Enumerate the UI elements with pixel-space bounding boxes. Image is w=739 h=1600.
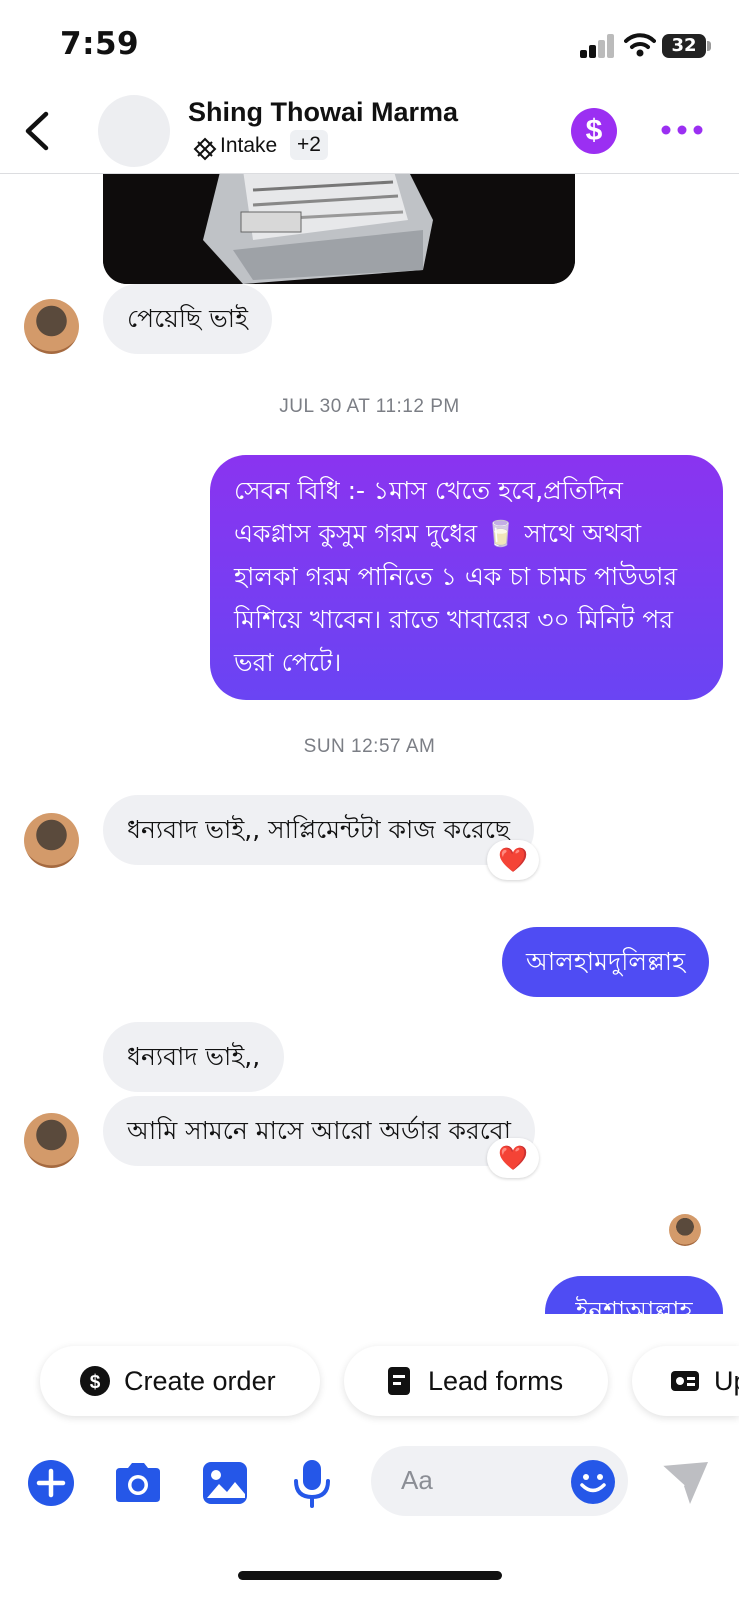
- label-tag-icon: [193, 137, 217, 161]
- home-indicator: [238, 1571, 502, 1580]
- status-time: 7:59: [60, 26, 140, 62]
- heart-reaction-icon[interactable]: ❤️: [487, 1138, 539, 1178]
- battery-tip: [707, 41, 711, 51]
- gallery-image-icon[interactable]: [200, 1458, 250, 1508]
- contact-name[interactable]: Shing Thowai Marma: [188, 97, 458, 128]
- incoming-message[interactable]: আমি সামনে মাসে আরো অর্ডার করবো: [103, 1096, 535, 1166]
- message-line: হালকা গরম পানিতে ১ এক চা চামচ পাউডার: [234, 562, 678, 591]
- microphone-icon[interactable]: [287, 1458, 337, 1508]
- cellular-signal-icon: [580, 34, 616, 58]
- create-order-chip[interactable]: $ Create order: [40, 1346, 320, 1416]
- incoming-message[interactable]: ধন্যবাদ ভাই,,: [103, 1022, 285, 1092]
- chip-label: Lead forms: [428, 1365, 564, 1396]
- battery-icon: 32: [662, 34, 706, 58]
- message-line: সেবন বিধি :- ১মাস খেতে হবে,প্রতিদিন: [234, 476, 623, 505]
- plus-icon[interactable]: [26, 1458, 76, 1508]
- dollar-circle-icon: $: [80, 1366, 110, 1396]
- message-line: ভরা পেটে।: [234, 648, 342, 677]
- lead-forms-chip[interactable]: Lead forms: [344, 1346, 608, 1416]
- message-timestamp: SUN 12:57 AM: [303, 736, 436, 757]
- contact-avatar-small[interactable]: [24, 1113, 79, 1168]
- more-options-icon[interactable]: [660, 118, 704, 142]
- message-line: মিশিয়ে খাবেন। রাতে খাবারের ৩০ মিনিট পর: [234, 605, 674, 634]
- camera-icon[interactable]: [113, 1458, 163, 1508]
- message-timestamp: JUL 30 AT 11:12 PM: [279, 396, 460, 417]
- label-intake[interactable]: Intake: [220, 134, 277, 158]
- dollar-circle-icon[interactable]: $: [571, 108, 617, 154]
- wifi-icon: [624, 33, 656, 57]
- form-document-icon: [388, 1367, 410, 1395]
- contact-avatar-small[interactable]: [24, 813, 79, 868]
- message-line: একগ্লাস কুসুম গরম দুধের 🥛 সাথে অথবা: [234, 519, 642, 548]
- contact-card-icon: [671, 1371, 699, 1391]
- message-list[interactable]: পেয়েছি ভাই JUL 30 AT 11:12 PM সেবন বিধি…: [0, 174, 739, 1314]
- shared-photo[interactable]: [103, 174, 575, 284]
- contact-avatar-small[interactable]: [24, 299, 79, 354]
- back-arrow-icon[interactable]: [18, 108, 58, 154]
- product-photo-image: [103, 174, 575, 284]
- outgoing-message[interactable]: ইনশাআল্লাহ: [545, 1276, 723, 1314]
- emoji-icon[interactable]: [569, 1458, 617, 1506]
- heart-reaction-icon[interactable]: ❤️: [487, 840, 539, 880]
- incoming-message[interactable]: ধন্যবাদ ভাই,, সাপ্লিমেন্টটা কাজ করেছে: [103, 795, 535, 865]
- incoming-message[interactable]: পেয়েছি ভাই: [103, 284, 273, 354]
- outgoing-message[interactable]: সেবন বিধি :- ১মাস খেতে হবে,প্রতিদিন একগ্…: [210, 455, 723, 700]
- chip-label: Create order: [124, 1365, 276, 1396]
- contact-avatar[interactable]: [98, 95, 170, 167]
- chip-label: Up: [714, 1365, 739, 1396]
- svg-text:$: $: [90, 1372, 101, 1393]
- third-action-chip[interactable]: Up: [632, 1346, 739, 1416]
- label-more-badge[interactable]: +2: [290, 130, 328, 160]
- seen-receipt-avatar: [669, 1214, 701, 1246]
- send-icon[interactable]: [660, 1460, 710, 1506]
- outgoing-message[interactable]: আলহামদুলিল্লাহ: [502, 927, 710, 997]
- message-input-placeholder: Aa: [401, 1465, 433, 1495]
